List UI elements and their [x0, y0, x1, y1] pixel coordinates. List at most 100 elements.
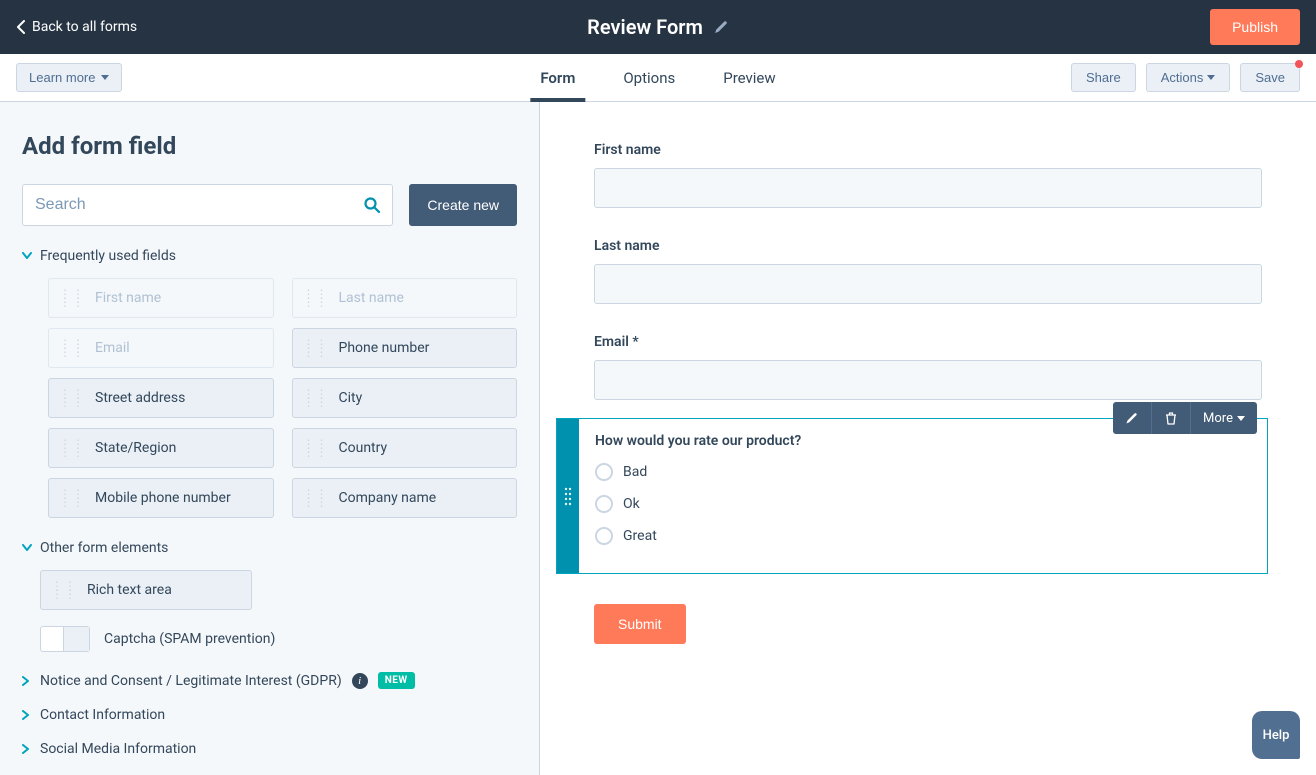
section-other-toggle[interactable]: Other form elements — [22, 540, 517, 556]
save-label: Save — [1255, 70, 1285, 85]
section-social-toggle[interactable]: Social Media Information — [22, 741, 517, 757]
field-chip[interactable]: ⋮⋮⋮⋮Company name — [292, 478, 518, 518]
section-gdpr-toggle[interactable]: Notice and Consent / Legitimate Interest… — [22, 672, 517, 689]
back-to-forms-link[interactable]: Back to all forms — [16, 19, 137, 35]
field-label-last-name: Last name — [594, 238, 1262, 254]
chevron-down-icon — [22, 252, 32, 260]
field-input-email[interactable] — [594, 360, 1262, 400]
toolbar: Learn more Form Options Preview Share Ac… — [0, 54, 1316, 102]
grip-icon: ⋮⋮⋮⋮ — [303, 441, 329, 455]
radio-label: Bad — [623, 464, 647, 480]
field-chip-label: Last name — [339, 290, 404, 306]
field-chip: ⋮⋮⋮⋮ Last name — [292, 278, 518, 318]
create-new-button[interactable]: Create new — [409, 184, 517, 226]
submit-button[interactable]: Submit — [594, 604, 686, 644]
help-button[interactable]: Help — [1252, 711, 1300, 759]
section-contact-label: Contact Information — [40, 707, 165, 723]
caret-down-icon — [1237, 416, 1245, 421]
section-other-title: Other form elements — [40, 540, 168, 556]
chevron-down-icon — [22, 544, 32, 552]
chevron-left-icon — [16, 20, 26, 34]
field-chip-label: Mobile phone number — [95, 490, 231, 506]
page-title: Review Form — [587, 15, 703, 39]
grip-icon: ⋮⋮⋮⋮ — [59, 491, 85, 505]
grip-icon: ⋮⋮⋮⋮ — [59, 441, 85, 455]
caret-down-icon — [1207, 75, 1215, 80]
field-chip-rich-text[interactable]: ⋮⋮⋮⋮ Rich text area — [40, 570, 252, 610]
radio-option[interactable]: Ok — [595, 495, 1253, 513]
section-frequent-toggle[interactable]: Frequently used fields — [22, 248, 517, 264]
section-social-label: Social Media Information — [40, 741, 196, 757]
tab-form[interactable]: Form — [540, 54, 575, 101]
field-chip[interactable]: ⋮⋮⋮⋮Phone number — [292, 328, 518, 368]
field-chip[interactable]: ⋮⋮⋮⋮Street address — [48, 378, 274, 418]
grip-icon: ⋮⋮⋮⋮ — [59, 291, 85, 305]
radio-icon — [595, 463, 613, 481]
radio-label: Ok — [623, 496, 640, 512]
info-icon[interactable]: i — [352, 673, 368, 689]
field-input-first-name[interactable] — [594, 168, 1262, 208]
search-input[interactable] — [22, 184, 393, 226]
captcha-label: Captcha (SPAM prevention) — [104, 631, 275, 647]
field-input-last-name[interactable] — [594, 264, 1262, 304]
field-chip: ⋮⋮⋮⋮ Email — [48, 328, 274, 368]
section-gdpr-label: Notice and Consent / Legitimate Interest… — [40, 673, 342, 689]
grip-icon: ⋮⋮⋮⋮ — [303, 391, 329, 405]
field-action-bar: More — [1113, 402, 1257, 434]
actions-label: Actions — [1161, 70, 1204, 85]
section-contact-toggle[interactable]: Contact Information — [22, 707, 517, 723]
selected-field-container[interactable]: More How would you rate our product? Bad… — [556, 418, 1268, 574]
learn-more-label: Learn more — [29, 70, 95, 85]
section-frequent-title: Frequently used fields — [40, 248, 176, 264]
field-chip[interactable]: ⋮⋮⋮⋮ City — [292, 378, 518, 418]
more-label: More — [1203, 411, 1233, 426]
sidebar-title: Add form field — [22, 132, 517, 160]
captcha-toggle[interactable] — [40, 626, 90, 652]
field-chip[interactable]: ⋮⋮⋮⋮ Mobile phone number — [48, 478, 274, 518]
field-chip[interactable]: ⋮⋮⋮⋮ Country — [292, 428, 518, 468]
publish-button[interactable]: Publish — [1210, 9, 1300, 45]
field-chip[interactable]: ⋮⋮⋮⋮ State/Region — [48, 428, 274, 468]
pencil-icon[interactable] — [713, 19, 729, 35]
more-field-button[interactable]: More — [1191, 402, 1257, 434]
field-label-email: Email * — [594, 334, 1262, 350]
delete-field-button[interactable] — [1152, 402, 1191, 434]
search-icon — [363, 196, 381, 214]
tab-options[interactable]: Options — [623, 54, 675, 101]
radio-option[interactable]: Great — [595, 527, 1253, 545]
chevron-right-icon — [22, 744, 30, 754]
radio-icon — [595, 495, 613, 513]
field-label-first-name: First name — [594, 142, 1262, 158]
radio-label: Great — [623, 528, 657, 544]
sidebar: Add form field Create new Frequently use… — [0, 102, 540, 775]
radio-option[interactable]: Bad — [595, 463, 1253, 481]
form-canvas: First name Last name Email * — [540, 102, 1316, 775]
field-chip-label: State/Region — [95, 440, 176, 456]
field-chip-label: City — [339, 390, 363, 406]
field-chip-label: Email — [95, 340, 130, 356]
field-chip-label: First name — [95, 290, 161, 306]
unsaved-indicator-icon — [1295, 60, 1303, 68]
learn-more-button[interactable]: Learn more — [16, 63, 122, 92]
field-chip-label: Rich text area — [87, 582, 172, 598]
grip-icon: ⋮⋮⋮⋮ — [303, 291, 329, 305]
caret-down-icon — [101, 75, 109, 80]
share-button[interactable]: Share — [1071, 63, 1136, 92]
tab-preview[interactable]: Preview — [723, 54, 775, 101]
chevron-right-icon — [22, 710, 30, 720]
field-chip-label: Phone number — [339, 340, 430, 356]
edit-field-button[interactable] — [1113, 402, 1152, 434]
tabs: Form Options Preview — [540, 54, 775, 101]
pencil-icon — [1125, 411, 1139, 425]
back-label: Back to all forms — [32, 19, 137, 35]
field-chip: ⋮⋮⋮⋮ First name — [48, 278, 274, 318]
save-button[interactable]: Save — [1240, 63, 1300, 92]
drag-rail[interactable] — [557, 419, 579, 573]
field-chip-label: Country — [339, 440, 388, 456]
chevron-right-icon — [22, 676, 30, 686]
top-header: Back to all forms Review Form Publish — [0, 0, 1316, 54]
actions-button[interactable]: Actions — [1146, 63, 1231, 92]
field-question-label: How would you rate our product? — [595, 433, 1253, 449]
radio-icon — [595, 527, 613, 545]
grip-icon: ⋮⋮⋮⋮ — [59, 341, 85, 355]
